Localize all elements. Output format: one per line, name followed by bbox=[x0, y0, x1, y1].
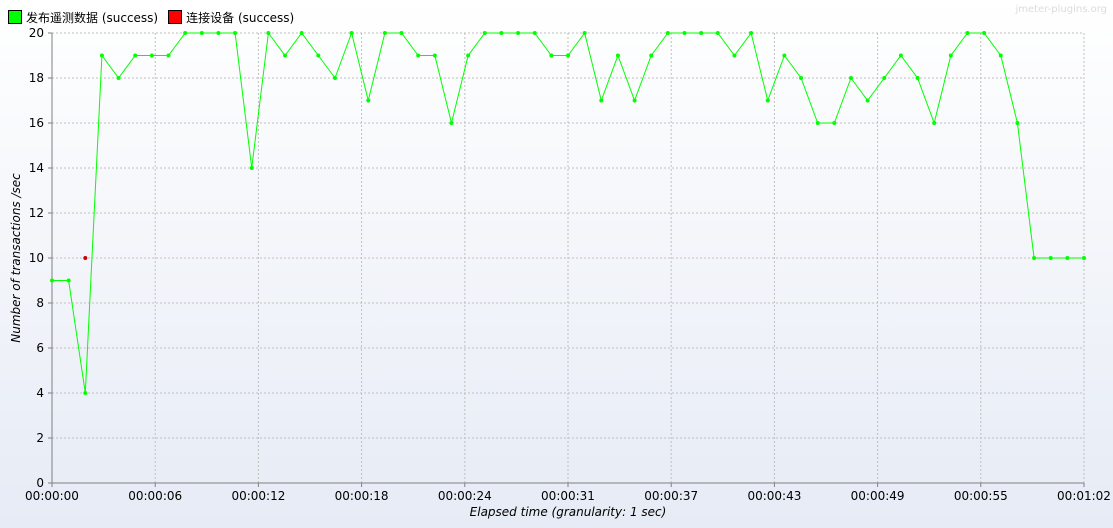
data-point bbox=[66, 278, 71, 283]
data-point bbox=[50, 278, 54, 283]
data-point bbox=[799, 76, 804, 80]
x-tick-label: 00:00:49 bbox=[851, 489, 905, 503]
data-point bbox=[932, 121, 937, 125]
x-tick-label: 00:00:31 bbox=[541, 489, 595, 503]
data-point bbox=[516, 31, 521, 35]
data-point bbox=[532, 31, 537, 35]
data-point bbox=[765, 98, 770, 103]
data-point bbox=[682, 31, 687, 35]
data-point bbox=[749, 31, 754, 35]
x-tick-label: 00:01:02 bbox=[1057, 489, 1111, 503]
x-tick-label: 00:00:37 bbox=[644, 489, 698, 503]
data-point bbox=[782, 53, 787, 58]
y-tick-label: 4 bbox=[36, 386, 44, 400]
data-point bbox=[499, 31, 504, 35]
data-point bbox=[466, 53, 471, 58]
y-tick-label: 10 bbox=[29, 251, 44, 265]
y-tick-label: 6 bbox=[36, 341, 44, 355]
data-point bbox=[399, 31, 404, 35]
data-point bbox=[449, 121, 454, 125]
data-point bbox=[1032, 256, 1037, 260]
x-tick-label: 00:00:12 bbox=[231, 489, 285, 503]
data-point bbox=[948, 53, 953, 58]
data-point bbox=[848, 76, 853, 80]
data-point bbox=[299, 31, 304, 35]
data-point bbox=[599, 98, 604, 103]
data-point bbox=[349, 31, 354, 35]
line-chart: 0 2 4 6 8 10 12 14 16 18 20 00:00:00 00:00:06 00:00:1… bbox=[9, 26, 1111, 519]
x-axis-title: Elapsed time (granularity: 1 sec) bbox=[470, 505, 667, 519]
data-point bbox=[832, 121, 837, 125]
data-point bbox=[732, 53, 737, 58]
data-point bbox=[898, 53, 903, 58]
data-point bbox=[982, 31, 987, 35]
data-point bbox=[216, 31, 221, 35]
x-tick-label: 00:00:06 bbox=[128, 489, 182, 503]
data-point bbox=[266, 31, 271, 35]
data-point bbox=[416, 53, 421, 58]
y-tick-label: 12 bbox=[29, 206, 44, 220]
data-point bbox=[998, 53, 1003, 58]
y-tick-label: 14 bbox=[29, 161, 44, 175]
data-point bbox=[882, 76, 887, 80]
data-point bbox=[615, 53, 620, 58]
data-point bbox=[133, 53, 138, 58]
series-1 bbox=[83, 256, 88, 260]
data-point bbox=[116, 76, 121, 80]
data-point bbox=[965, 31, 970, 35]
data-point bbox=[233, 31, 238, 35]
grid-lines bbox=[52, 32, 1085, 483]
data-point bbox=[83, 391, 88, 395]
y-tick-label: 18 bbox=[29, 71, 44, 85]
data-point bbox=[582, 31, 587, 35]
data-point bbox=[316, 53, 321, 58]
data-point bbox=[482, 31, 487, 35]
data-point bbox=[665, 31, 670, 35]
data-point bbox=[1015, 121, 1020, 125]
x-tick-label: 00:00:55 bbox=[954, 489, 1008, 503]
data-point bbox=[1065, 256, 1070, 260]
data-point bbox=[283, 53, 288, 58]
data-point bbox=[99, 53, 104, 58]
y-tick-label: 16 bbox=[29, 116, 44, 130]
y-axis-title: Number of transactions /sec bbox=[9, 173, 23, 343]
x-tick-label: 00:00:18 bbox=[335, 489, 389, 503]
data-point bbox=[183, 31, 188, 35]
data-point bbox=[432, 53, 437, 58]
data-point bbox=[815, 121, 820, 125]
data-point bbox=[699, 31, 704, 35]
y-tick-label: 2 bbox=[36, 431, 44, 445]
data-point bbox=[199, 31, 204, 35]
data-point bbox=[149, 53, 154, 58]
data-point bbox=[382, 31, 387, 35]
data-point bbox=[566, 53, 570, 58]
x-tick-label: 00:00:43 bbox=[747, 489, 801, 503]
y-tick-label: 8 bbox=[36, 296, 44, 310]
data-point bbox=[249, 166, 254, 170]
data-point bbox=[865, 98, 870, 103]
axes bbox=[48, 32, 1085, 487]
data-point bbox=[715, 31, 720, 35]
data-point bbox=[549, 53, 554, 58]
data-point bbox=[632, 98, 637, 103]
y-tick-label: 20 bbox=[29, 26, 44, 40]
data-point bbox=[649, 53, 654, 58]
data-point bbox=[915, 76, 920, 80]
data-point bbox=[332, 76, 337, 80]
data-point bbox=[1048, 256, 1053, 260]
data-point bbox=[366, 98, 371, 103]
data-point bbox=[1082, 256, 1086, 260]
x-tick-label: 00:00:00 bbox=[25, 489, 79, 503]
data-point bbox=[83, 256, 88, 260]
x-tick-label: 00:00:24 bbox=[438, 489, 492, 503]
y-tick-label: 0 bbox=[36, 476, 44, 490]
data-point bbox=[166, 53, 171, 58]
